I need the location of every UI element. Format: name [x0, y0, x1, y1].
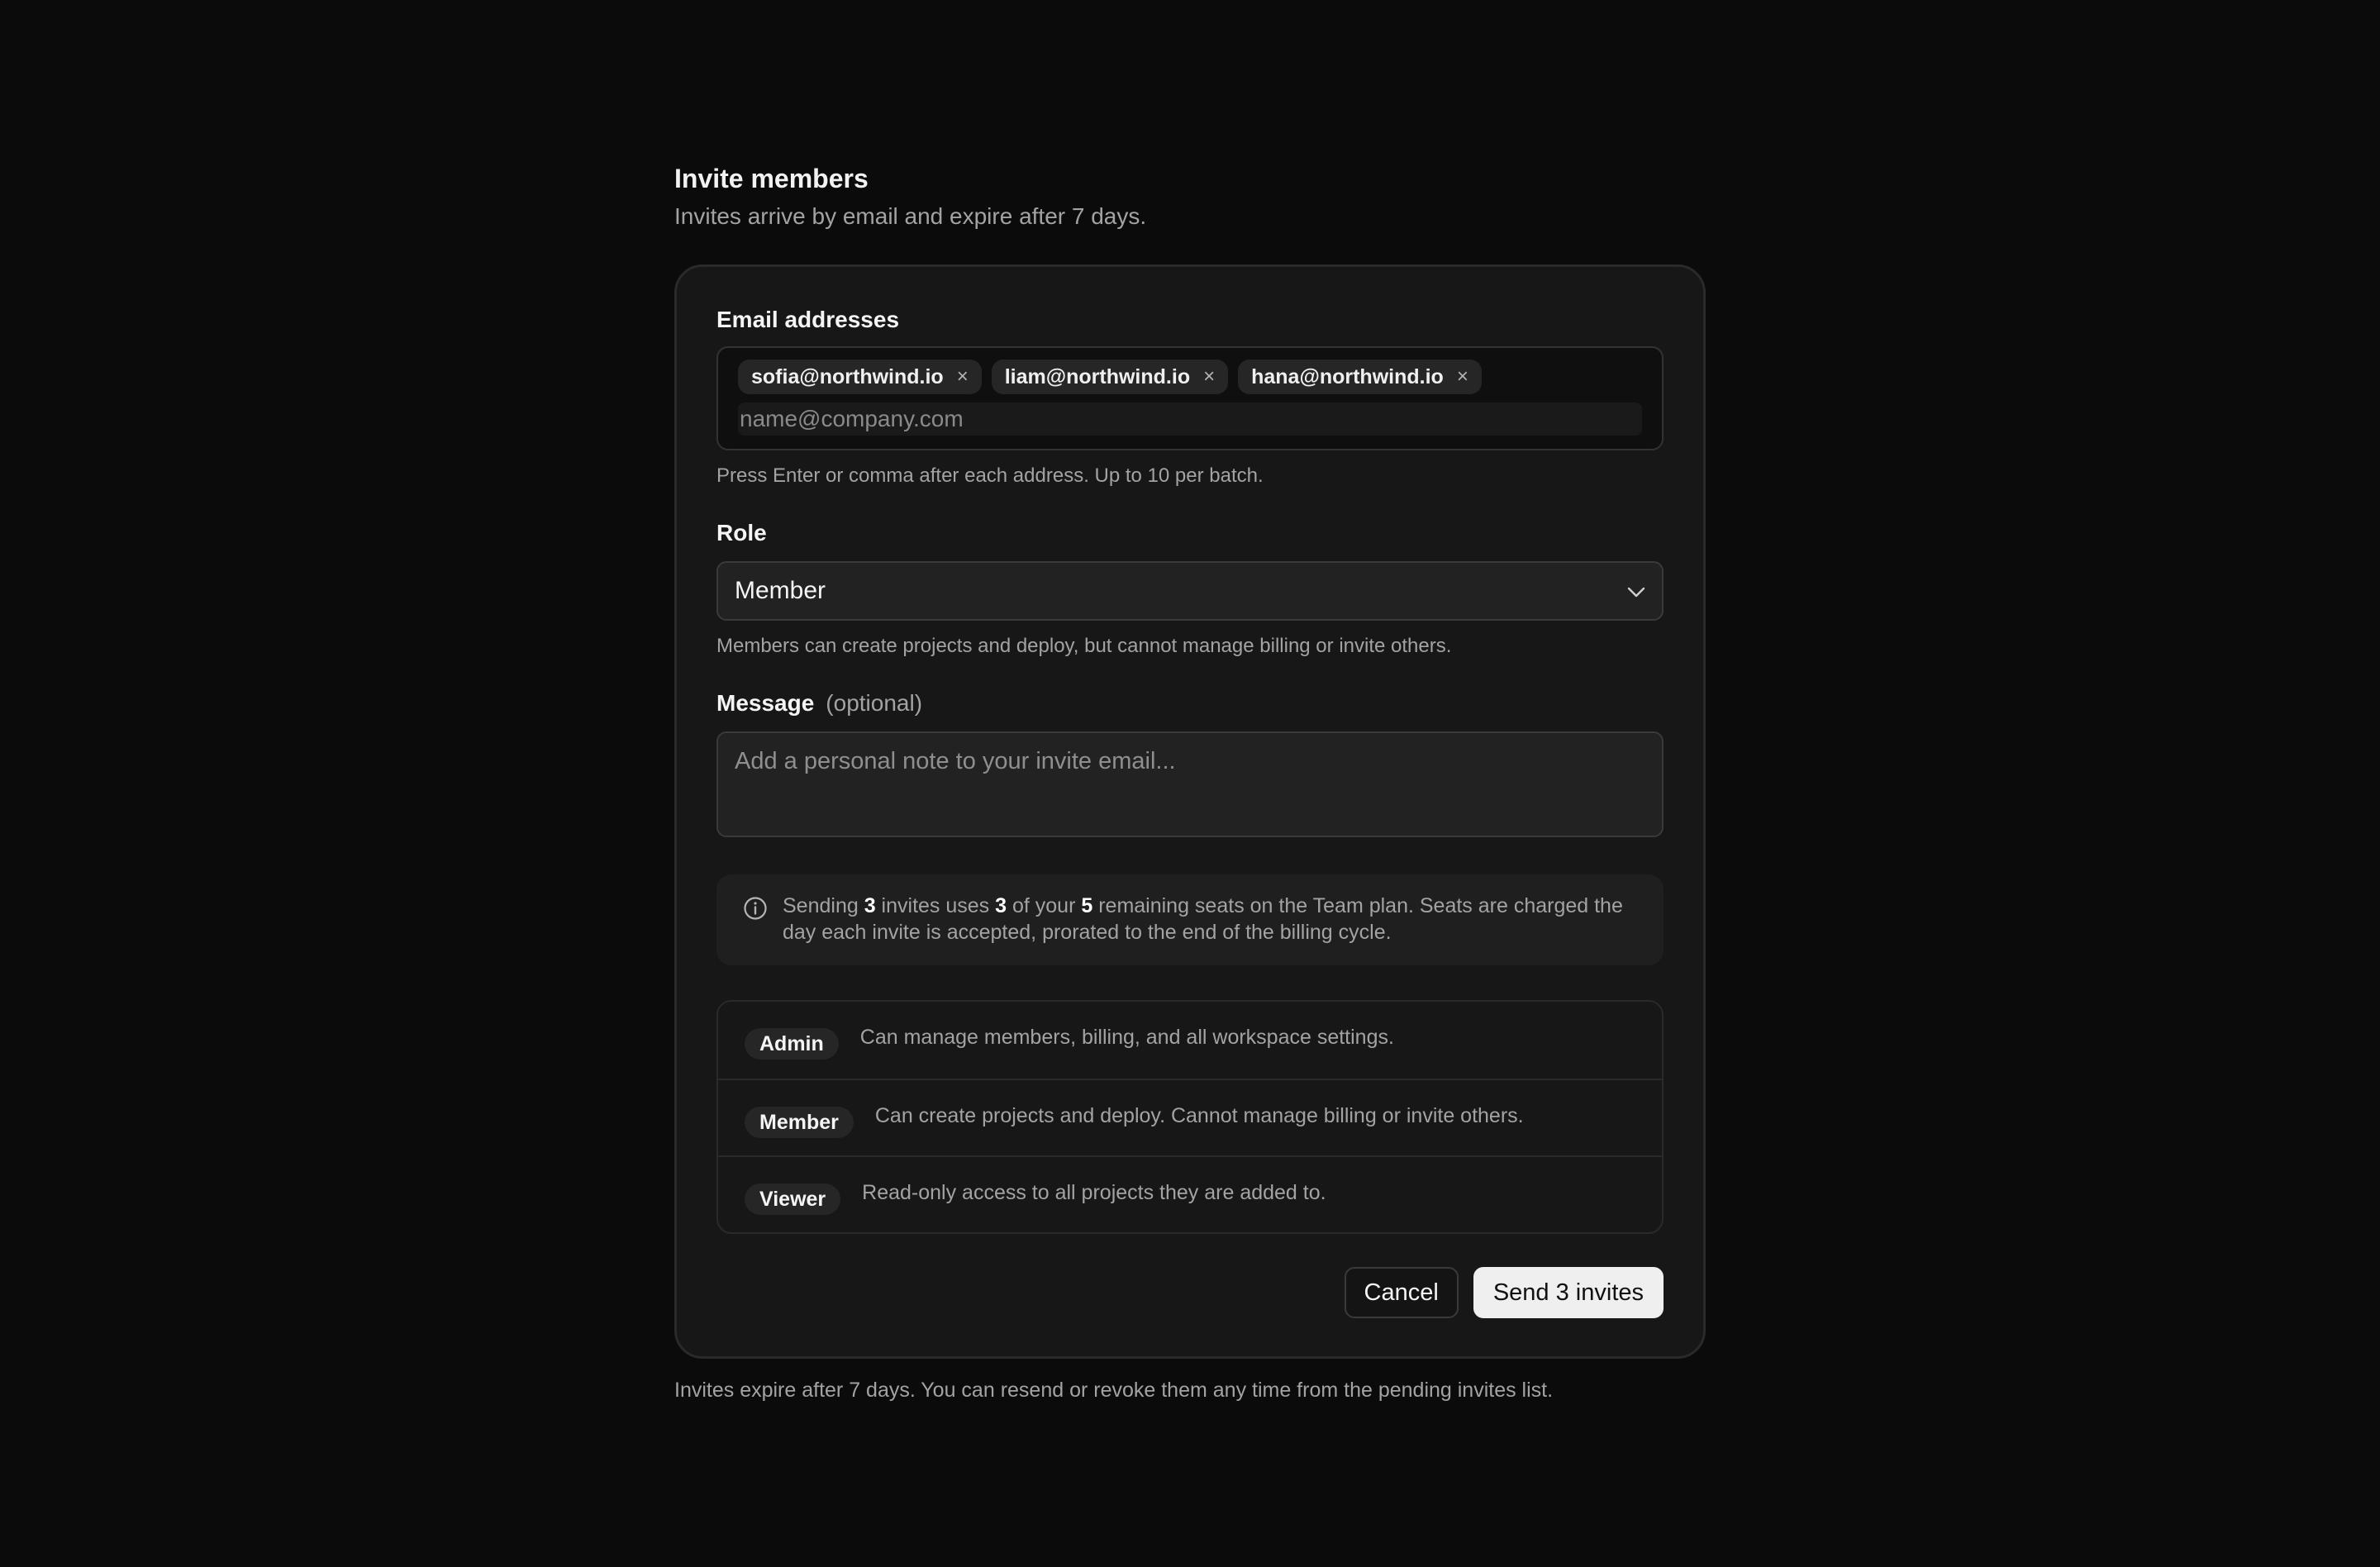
chevron-down-icon — [1627, 577, 1645, 605]
role-select[interactable]: Member — [716, 561, 1664, 621]
page-title: Invite members — [674, 164, 869, 193]
role-row-member: Member Can create projects and deploy. C… — [718, 1079, 1662, 1155]
invite-members-panel: Invite members Invites arrive by email a… — [674, 162, 1706, 1403]
send-invites-button[interactable]: Send 3 invites — [1473, 1267, 1664, 1318]
role-description: Read-only access to all projects they ar… — [862, 1181, 1326, 1204]
role-row-viewer: Viewer Read-only access to all projects … — [718, 1155, 1662, 1232]
remove-chip-icon[interactable]: × — [957, 365, 969, 388]
email-chip: sofia@northwind.io × — [738, 360, 982, 394]
footer-note: Invites expire after 7 days. You can res… — [674, 1379, 1554, 1402]
email-chip: liam@northwind.io × — [991, 360, 1229, 394]
email-chip-label: liam@northwind.io — [1004, 364, 1191, 388]
invite-form-card: Email addresses sofia@northwind.io × lia… — [674, 264, 1706, 1359]
seats-used: 3 — [995, 894, 1007, 917]
email-chip-field[interactable]: sofia@northwind.io × liam@northwind.io ×… — [716, 346, 1664, 450]
email-input[interactable] — [738, 402, 1642, 436]
seats-remaining: 5 — [1081, 894, 1093, 917]
seat-usage-text: Sending 3 invites uses 3 of your 5 remai… — [783, 894, 1623, 944]
role-descriptions-list: Admin Can manage members, billing, and a… — [716, 1000, 1664, 1234]
form-actions: Cancel Send 3 invites — [1344, 1267, 1664, 1318]
role-select-value: Member — [735, 577, 826, 604]
remove-chip-icon[interactable]: × — [1457, 365, 1468, 388]
email-chip: hana@northwind.io × — [1238, 360, 1482, 394]
email-chip-list: sofia@northwind.io × liam@northwind.io ×… — [738, 360, 1642, 396]
info-icon — [743, 896, 768, 965]
remove-chip-icon[interactable]: × — [1203, 365, 1215, 388]
email-label: Email addresses — [716, 307, 900, 332]
role-badge: Member — [745, 1107, 854, 1138]
role-description: Can create projects and deploy. Cannot m… — [874, 1104, 1524, 1127]
seat-usage-notice: Sending 3 invites uses 3 of your 5 remai… — [716, 874, 1664, 965]
optional-tag: (optional) — [826, 690, 923, 716]
role-badge: Admin — [745, 1028, 839, 1060]
role-badge: Viewer — [745, 1184, 841, 1215]
invite-count: 3 — [864, 894, 876, 917]
role-hint: Members can create projects and deploy, … — [716, 635, 1452, 657]
message-label: Message (optional) — [716, 688, 1664, 718]
message-textarea[interactable] — [716, 731, 1664, 837]
page-subtitle: Invites arrive by email and expire after… — [674, 203, 1147, 229]
role-row-admin: Admin Can manage members, billing, and a… — [718, 1002, 1662, 1079]
message-label-text: Message — [716, 690, 815, 716]
role-description: Can manage members, billing, and all wor… — [859, 1026, 1394, 1049]
cancel-button[interactable]: Cancel — [1344, 1267, 1459, 1318]
email-chip-label: hana@northwind.io — [1251, 364, 1444, 388]
email-chip-label: sofia@northwind.io — [751, 364, 944, 388]
role-label: Role — [716, 520, 767, 545]
email-hint: Press Enter or comma after each address.… — [716, 464, 1264, 487]
